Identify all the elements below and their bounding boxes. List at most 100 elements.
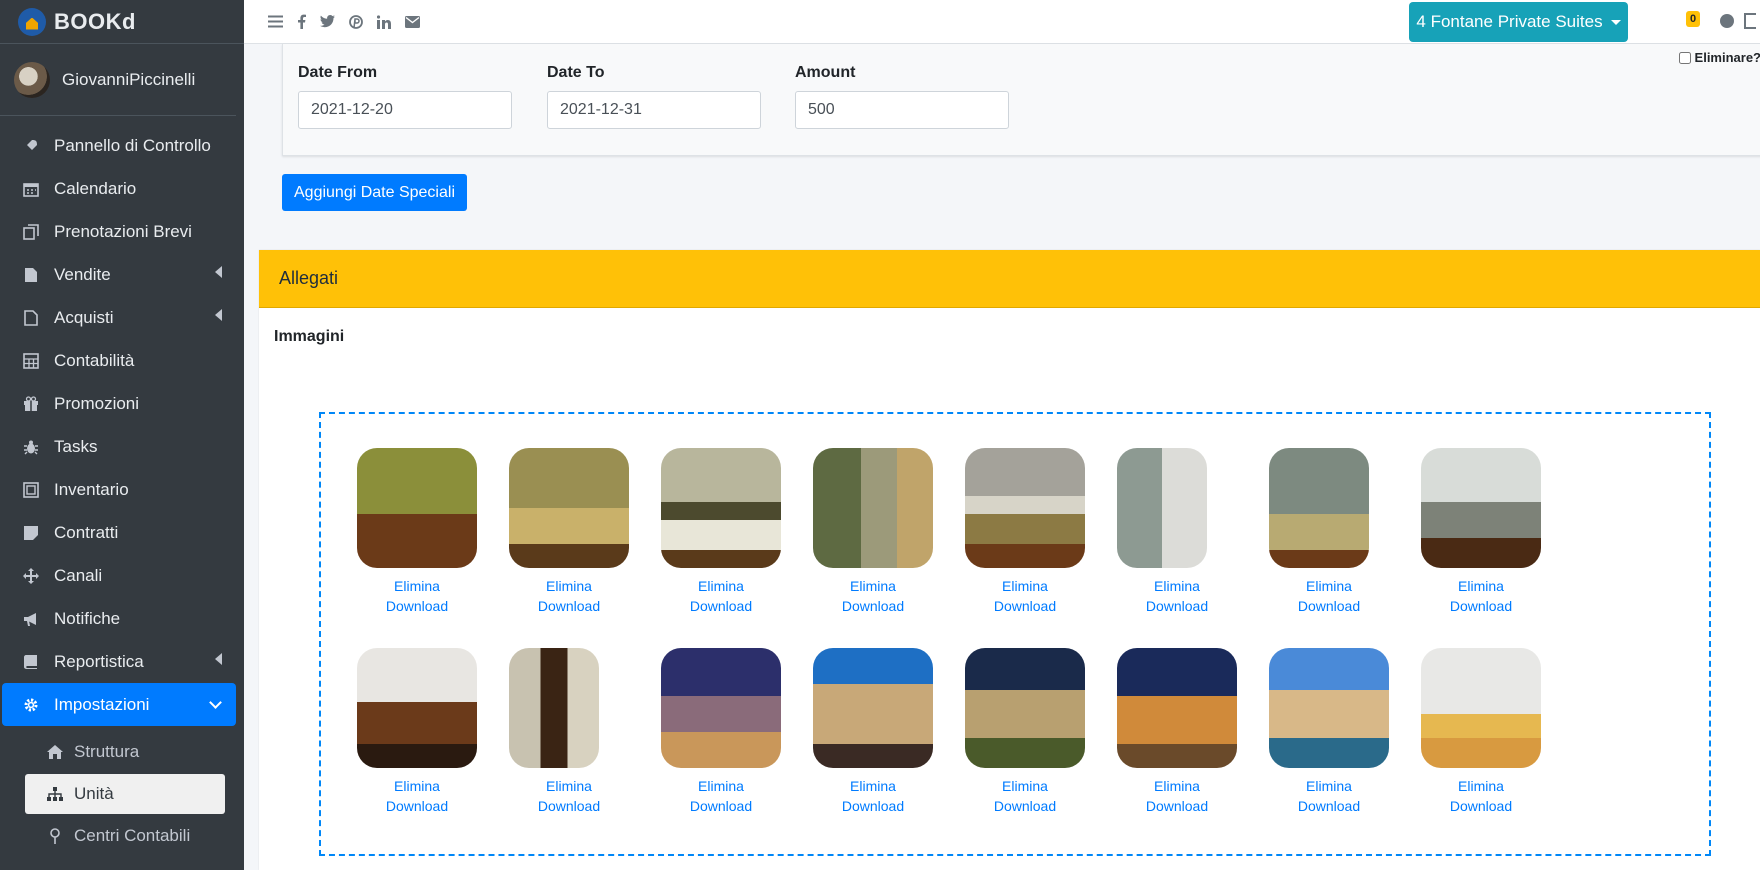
sidebar-subitem-struttura[interactable]: Struttura — [0, 732, 244, 772]
copy-icon — [22, 223, 40, 241]
menu-icon[interactable] — [268, 15, 283, 28]
image-thumbnail: Elimina Download — [509, 648, 629, 816]
delete-link[interactable]: Elimina — [1117, 776, 1237, 796]
globe-icon[interactable] — [1720, 14, 1734, 28]
image-thumbnail: Elimina Download — [1269, 448, 1389, 616]
delete-link[interactable]: Elimina — [509, 776, 629, 796]
kitchen-photo — [357, 648, 477, 768]
brand[interactable]: BOOKd — [0, 0, 244, 44]
download-link[interactable]: Download — [357, 596, 477, 616]
sidebar-subitem-unita[interactable]: Unità — [25, 774, 225, 814]
user-panel[interactable]: GiovanniPiccinelli — [0, 44, 236, 116]
sidebar-item-canali[interactable]: Canali — [0, 554, 244, 597]
room-photo — [509, 448, 629, 568]
bug-icon — [22, 438, 40, 456]
download-link[interactable]: Download — [509, 796, 629, 816]
download-link[interactable]: Download — [509, 596, 629, 616]
delete-checkbox[interactable] — [1678, 51, 1691, 64]
twitter-icon[interactable] — [320, 15, 335, 28]
sidebar-item-label: Tasks — [54, 436, 98, 456]
sidebar-item-label: Inventario — [54, 479, 129, 499]
sidebar-item-reportistica[interactable]: Reportistica — [0, 640, 244, 683]
sidebar-item-impostazioni[interactable]: Impostazioni — [2, 683, 236, 726]
property-selector-label: 4 Fontane Private Suites — [1416, 12, 1603, 31]
download-link[interactable]: Download — [357, 796, 477, 816]
sidebar: BOOKd GiovanniPiccinelli Pannello di Con… — [0, 0, 244, 870]
delete-checkbox-label[interactable]: Eliminare? — [1678, 50, 1760, 65]
delete-link[interactable]: Elimina — [1269, 776, 1389, 796]
delete-link[interactable]: Elimina — [661, 576, 781, 596]
sticky-note-icon — [22, 524, 40, 542]
images-title: Immagini — [274, 328, 345, 345]
download-link[interactable]: Download — [1269, 796, 1389, 816]
delete-link[interactable]: Elimina — [1421, 576, 1541, 596]
sidebar-item-notifiche[interactable]: Notifiche — [0, 597, 244, 640]
image-thumbnail: Elimina Download — [813, 448, 933, 616]
delete-link[interactable]: Elimina — [965, 776, 1085, 796]
envelope-icon[interactable] — [405, 15, 420, 28]
sidebar-item-label: Reportistica — [54, 651, 144, 671]
sidebar-item-promozioni[interactable]: Promozioni — [0, 382, 244, 425]
download-link[interactable]: Download — [1117, 596, 1237, 616]
delete-link[interactable]: Elimina — [357, 576, 477, 596]
sidebar-item-prenotazioni[interactable]: Prenotazioni Brevi — [0, 210, 244, 253]
add-special-dates-button[interactable]: Aggiungi Date Speciali — [282, 174, 467, 211]
sidebar-item-calendario[interactable]: Calendario — [0, 167, 244, 210]
amount-input[interactable] — [795, 91, 1009, 129]
delete-link[interactable]: Elimina — [813, 576, 933, 596]
pinterest-icon[interactable] — [349, 14, 363, 29]
sofa-photo — [1421, 648, 1541, 768]
notification-badge[interactable]: 0 — [1686, 11, 1701, 27]
delete-link[interactable]: Elimina — [1269, 576, 1389, 596]
book-icon — [22, 653, 40, 671]
hallway-photo — [509, 648, 599, 768]
delete-link[interactable]: Elimina — [965, 576, 1085, 596]
download-link[interactable]: Download — [813, 796, 933, 816]
top-icons — [244, 14, 420, 29]
download-link[interactable]: Download — [1117, 796, 1237, 816]
sidebar-item-pannello[interactable]: Pannello di Controllo — [0, 124, 244, 167]
chevron-down-icon — [209, 696, 222, 709]
download-link[interactable]: Download — [813, 596, 933, 616]
image-thumbnail: Elimina Download — [357, 648, 477, 816]
room-photo — [661, 448, 781, 568]
download-link[interactable]: Download — [661, 796, 781, 816]
date-to-input[interactable] — [547, 91, 761, 129]
delete-link[interactable]: Elimina — [357, 776, 477, 796]
bullhorn-icon — [22, 610, 40, 628]
download-link[interactable]: Download — [1421, 796, 1541, 816]
download-link[interactable]: Download — [965, 796, 1085, 816]
delete-link[interactable]: Elimina — [1117, 576, 1237, 596]
sidebar-subitem-centri-contabili[interactable]: Centri Contabili — [0, 816, 244, 856]
delete-link[interactable]: Elimina — [1421, 776, 1541, 796]
delete-link[interactable]: Elimina — [509, 576, 629, 596]
date-from-input[interactable] — [298, 91, 512, 129]
amount-label: Amount — [795, 64, 856, 81]
sidebar-item-acquisti[interactable]: Acquisti — [0, 296, 244, 339]
download-link[interactable]: Download — [661, 596, 781, 616]
chevron-left-icon — [215, 266, 222, 278]
sidebar-item-contabilita[interactable]: Contabilità — [0, 339, 244, 382]
property-selector-button[interactable]: 4 Fontane Private Suites — [1409, 2, 1628, 42]
sidebar-item-contratti[interactable]: Contratti — [0, 511, 244, 554]
sidebar-subitem-label: Unità — [74, 784, 114, 803]
linkedin-icon[interactable] — [377, 14, 391, 29]
download-link[interactable]: Download — [1421, 596, 1541, 616]
delete-link[interactable]: Elimina — [813, 776, 933, 796]
download-link[interactable]: Download — [965, 596, 1085, 616]
sidebar-item-inventario[interactable]: Inventario — [0, 468, 244, 511]
image-dropzone[interactable]: Elimina Download Elimina Download Elimin… — [319, 412, 1711, 856]
image-thumbnail: Elimina Download — [661, 448, 781, 616]
bathroom-photo — [1269, 448, 1369, 568]
sidebar-subitem-label: Centri Contabili — [74, 826, 191, 845]
sidebar-item-tasks[interactable]: Tasks — [0, 425, 244, 468]
sidebar-item-label: Pannello di Controllo — [54, 135, 211, 155]
date-from-group: Date From — [298, 64, 512, 129]
sidebar-item-vendite[interactable]: Vendite — [0, 253, 244, 296]
facebook-icon[interactable] — [297, 14, 306, 29]
calendar-icon — [22, 180, 40, 198]
download-link[interactable]: Download — [1269, 596, 1389, 616]
delete-link[interactable]: Elimina — [661, 776, 781, 796]
map-pin-icon — [46, 828, 64, 844]
sign-out-icon[interactable] — [1744, 13, 1756, 29]
